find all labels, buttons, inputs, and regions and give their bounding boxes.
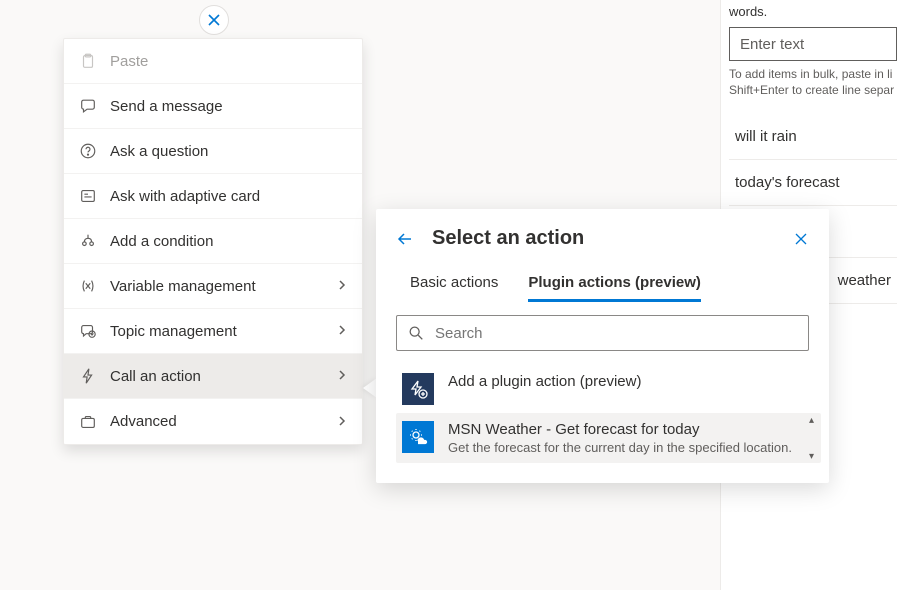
menu-paste: Paste bbox=[64, 39, 362, 84]
question-icon bbox=[78, 141, 98, 161]
close-node-button[interactable] bbox=[199, 5, 229, 35]
chevron-right-icon bbox=[336, 278, 348, 294]
scroll-up-icon[interactable]: ▴ bbox=[809, 415, 819, 425]
variable-icon bbox=[78, 276, 98, 296]
plugin-add-icon bbox=[402, 373, 434, 405]
branch-icon bbox=[78, 231, 98, 251]
search-input-wrap[interactable] bbox=[396, 315, 809, 351]
flyout-pointer bbox=[363, 378, 377, 398]
scroll-down-icon[interactable]: ▾ bbox=[809, 451, 819, 461]
trigger-phrase-input[interactable]: Enter text bbox=[729, 27, 897, 61]
chevron-right-icon bbox=[336, 414, 348, 430]
input-placeholder: Enter text bbox=[740, 36, 804, 53]
action-icon bbox=[78, 366, 98, 386]
menu-advanced[interactable]: Advanced bbox=[64, 399, 362, 444]
flyout-header: Select an action bbox=[376, 209, 829, 266]
menu-call-action[interactable]: Call an action bbox=[64, 354, 362, 399]
action-title: MSN Weather - Get forecast for today bbox=[448, 421, 815, 438]
card-icon bbox=[78, 186, 98, 206]
flyout-close-button[interactable] bbox=[793, 231, 809, 247]
back-button[interactable] bbox=[396, 230, 414, 248]
menu-label: Variable management bbox=[110, 278, 336, 295]
menu-ask-adaptive-card[interactable]: Ask with adaptive card bbox=[64, 174, 362, 219]
action-list: Add a plugin action (preview) MSN Weathe… bbox=[376, 365, 829, 463]
menu-ask-question[interactable]: Ask a question bbox=[64, 129, 362, 174]
select-action-flyout: Select an action Basic actions Plugin ac… bbox=[376, 209, 829, 483]
menu-label: Ask a question bbox=[110, 143, 348, 160]
menu-label: Call an action bbox=[110, 368, 336, 385]
weather-icon bbox=[402, 421, 434, 453]
menu-label: Send a message bbox=[110, 98, 348, 115]
message-icon bbox=[78, 96, 98, 116]
menu-label: Topic management bbox=[110, 323, 336, 340]
flyout-tabs: Basic actions Plugin actions (preview) bbox=[376, 266, 829, 301]
menu-topic-management[interactable]: Topic management bbox=[64, 309, 362, 354]
menu-send-message[interactable]: Send a message bbox=[64, 84, 362, 129]
paste-icon bbox=[78, 51, 98, 71]
menu-label: Advanced bbox=[110, 413, 336, 430]
menu-label: Paste bbox=[110, 53, 348, 70]
action-title: Add a plugin action (preview) bbox=[448, 373, 815, 390]
topic-icon bbox=[78, 321, 98, 341]
flyout-title: Select an action bbox=[432, 227, 775, 250]
search-input[interactable] bbox=[435, 325, 798, 342]
tab-basic-actions[interactable]: Basic actions bbox=[410, 266, 498, 301]
bulk-hint: To add items in bulk, paste in li Shift+… bbox=[729, 67, 897, 98]
advanced-icon bbox=[78, 412, 98, 432]
phrase-item[interactable]: will it rain bbox=[729, 114, 897, 160]
add-node-menu: Paste Send a message Ask a question Ask … bbox=[63, 38, 363, 445]
chevron-right-icon bbox=[336, 368, 348, 384]
hint-tail: words. bbox=[729, 0, 897, 19]
action-description: Get the forecast for the current day in … bbox=[448, 440, 815, 455]
menu-add-condition[interactable]: Add a condition bbox=[64, 219, 362, 264]
menu-label: Add a condition bbox=[110, 233, 348, 250]
tab-plugin-actions[interactable]: Plugin actions (preview) bbox=[528, 266, 701, 301]
phrase-item[interactable]: today's forecast bbox=[729, 160, 897, 206]
menu-variable-management[interactable]: Variable management bbox=[64, 264, 362, 309]
close-icon bbox=[206, 12, 222, 28]
action-msn-weather[interactable]: MSN Weather - Get forecast for today Get… bbox=[396, 413, 821, 463]
action-add-plugin[interactable]: Add a plugin action (preview) bbox=[396, 365, 821, 413]
chevron-right-icon bbox=[336, 323, 348, 339]
search-icon bbox=[407, 324, 425, 342]
menu-label: Ask with adaptive card bbox=[110, 188, 348, 205]
